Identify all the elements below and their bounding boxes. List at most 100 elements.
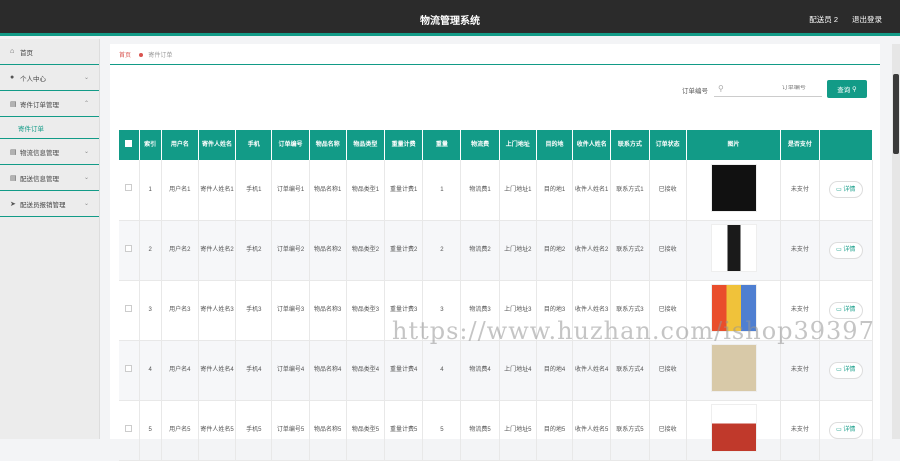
column-header: 收件人姓名 — [572, 130, 612, 160]
cell-sender: 寄件人姓名1 — [198, 160, 237, 221]
cell-phone: 手机5 — [235, 400, 273, 461]
detail-button[interactable]: ▭ 详情 — [828, 421, 863, 439]
select-all-checkbox[interactable] — [119, 130, 140, 160]
cell-weight-fee: 重量计费2 — [384, 220, 424, 281]
search-field[interactable]: ⚲ — [714, 80, 822, 97]
sidebar-item-orders[interactable]: ▤ 寄件订单管理 ⌃ — [0, 91, 99, 117]
detail-button[interactable]: ▭ 详情 — [828, 361, 863, 379]
breadcrumb-separator — [138, 53, 143, 58]
chevron-down-icon: ⌄ — [83, 75, 89, 81]
cell-order-no: 订单编号4 — [271, 340, 310, 401]
cell-phone: 手机4 — [235, 340, 273, 401]
product-image — [710, 344, 757, 392]
cell-status: 已接收 — [649, 220, 687, 281]
product-image — [710, 404, 757, 452]
cell-paid: 未支付 — [780, 160, 820, 221]
detail-button[interactable]: ▭ 详情 — [828, 181, 863, 199]
table-row[interactable]: 1 用户名1 寄件人姓名1 手机1 订单编号1 物品名称1 物品类型1 重量计费… — [119, 160, 874, 221]
cell-receiver: 收件人姓名4 — [572, 340, 612, 401]
detail-button[interactable]: ▭ 详情 — [828, 241, 863, 259]
scrollbar-thumb[interactable] — [893, 74, 899, 154]
cell-weight: 5 — [422, 400, 462, 461]
column-header: 物品类型 — [346, 130, 386, 160]
sidebar-item-profile[interactable]: ● 个人中心 ⌄ — [0, 65, 99, 91]
current-user: 配送员 2 — [809, 15, 838, 24]
column-header: 物品名称 — [309, 130, 347, 160]
cell-index: 3 — [139, 280, 162, 341]
cell-destination: 目的地1 — [536, 160, 574, 221]
sidebar-item-label: 寄件订单管理 — [20, 101, 59, 109]
column-header: 重量计费 — [384, 130, 424, 160]
main-panel: 首页 寄件订单 订单编号 ⚲ 查询 ⚲ 索引 用户名 寄件人姓名 手机 订单编号… — [110, 44, 880, 461]
sidebar-item-delivery[interactable]: ▤ 配送信息管理 ⌄ — [0, 165, 99, 191]
sidebar-item-home[interactable]: ⌂ 首页 — [0, 39, 99, 65]
cell-contact: 联系方式1 — [610, 160, 650, 221]
cell-weight-fee: 重量计费1 — [384, 160, 424, 221]
cell-contact: 联系方式2 — [610, 220, 650, 281]
cell-weight-fee: 重量计费5 — [384, 400, 424, 461]
row-checkbox[interactable] — [119, 220, 140, 281]
cell-freight: 物流费4 — [460, 340, 500, 401]
cell-image — [686, 220, 782, 281]
cell-item-type: 物品类型3 — [346, 280, 386, 341]
search-button[interactable]: 查询 ⚲ — [827, 80, 867, 98]
cell-item-name: 物品名称5 — [309, 400, 347, 461]
cell-item-name: 物品名称2 — [309, 220, 347, 281]
cell-paid: 未支付 — [780, 400, 820, 461]
column-header: 物流费 — [460, 130, 500, 160]
cell-destination: 目的地2 — [536, 220, 574, 281]
search-icon: ⚲ — [852, 86, 857, 93]
user-icon: ● — [10, 74, 15, 81]
breadcrumb: 首页 寄件订单 — [119, 50, 172, 59]
chevron-down-icon: ⌄ — [83, 175, 89, 181]
cell-address: 上门地址2 — [499, 220, 537, 281]
column-header: 寄件人姓名 — [198, 130, 237, 160]
cell-actions: ▭ 详情 — [819, 400, 874, 461]
cell-destination: 目的地4 — [536, 340, 574, 401]
top-bar: 物流管理系统 配送员 2 退出登录 — [0, 0, 900, 36]
chevron-down-icon: ⌄ — [83, 149, 89, 155]
cell-order-no: 订单编号3 — [271, 280, 310, 341]
home-icon: ⌂ — [10, 48, 15, 55]
cell-weight: 1 — [422, 160, 462, 221]
column-header: 目的地 — [536, 130, 574, 160]
sidebar-item-label: 物流信息管理 — [20, 149, 59, 157]
search-input[interactable] — [723, 85, 814, 91]
column-header: 索引 — [139, 130, 162, 160]
row-checkbox[interactable] — [119, 160, 140, 221]
cell-sender: 寄件人姓名3 — [198, 280, 237, 341]
table-row[interactable]: 2 用户名2 寄件人姓名2 手机2 订单编号2 物品名称2 物品类型2 重量计费… — [119, 220, 874, 281]
cell-index: 2 — [139, 220, 162, 281]
sidebar-item-label: 个人中心 — [20, 75, 46, 83]
cell-item-type: 物品类型2 — [346, 220, 386, 281]
cell-order-no: 订单编号5 — [271, 400, 310, 461]
cell-freight: 物流费2 — [460, 220, 500, 281]
sidebar-subitem-orders[interactable]: 寄件订单 — [0, 117, 99, 139]
breadcrumb-home[interactable]: 首页 — [119, 53, 131, 59]
orders-table: 索引 用户名 寄件人姓名 手机 订单编号 物品名称 物品类型 重量计费 重量 物… — [119, 130, 874, 461]
cell-phone: 手机3 — [235, 280, 273, 341]
table-row[interactable]: 5 用户名5 寄件人姓名5 手机5 订单编号5 物品名称5 物品类型5 重量计费… — [119, 400, 874, 461]
cell-contact: 联系方式5 — [610, 400, 650, 461]
sidebar-item-reimbursement[interactable]: ➤ 配送员报销管理 ⌄ — [0, 191, 99, 217]
document-icon: ▭ — [836, 307, 842, 313]
column-header: 是否支付 — [780, 130, 820, 160]
row-checkbox[interactable] — [119, 280, 140, 341]
row-checkbox[interactable] — [119, 400, 140, 461]
detail-button[interactable]: ▭ 详情 — [828, 301, 863, 319]
row-checkbox[interactable] — [119, 340, 140, 401]
chevron-down-icon: ⌄ — [83, 201, 89, 207]
cell-username: 用户名4 — [161, 340, 199, 401]
product-image — [710, 163, 757, 212]
column-header: 订单编号 — [271, 130, 310, 160]
table-row[interactable]: 4 用户名4 寄件人姓名4 手机4 订单编号4 物品名称4 物品类型4 重量计费… — [119, 340, 874, 401]
sidebar-item-logistics[interactable]: ▤ 物流信息管理 ⌄ — [0, 139, 99, 165]
logout-link[interactable]: 退出登录 — [852, 14, 882, 25]
column-header: 重量 — [422, 130, 462, 160]
column-header-actions — [819, 130, 874, 160]
cell-index: 4 — [139, 340, 162, 401]
scrollbar[interactable] — [892, 44, 900, 439]
cell-username: 用户名2 — [161, 220, 199, 281]
table-header-row: 索引 用户名 寄件人姓名 手机 订单编号 物品名称 物品类型 重量计费 重量 物… — [119, 130, 874, 160]
cell-paid: 未支付 — [780, 340, 820, 401]
